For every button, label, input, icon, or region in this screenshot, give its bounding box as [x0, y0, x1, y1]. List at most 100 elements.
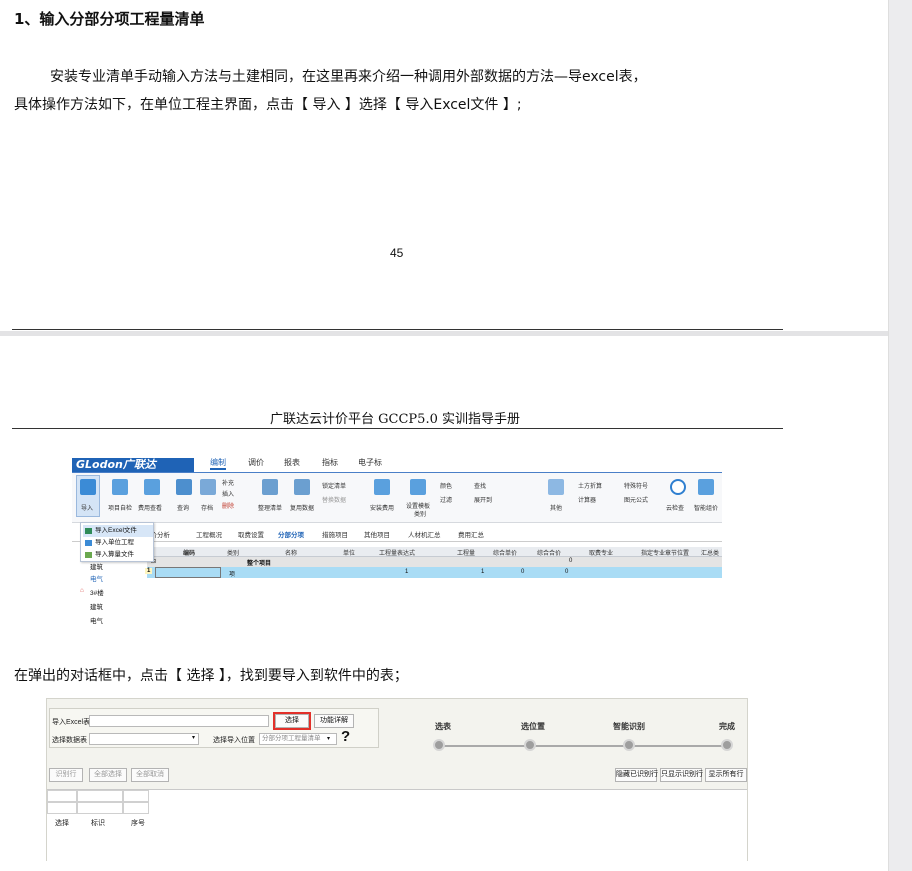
grid-header: 编码 类别 名称 单位 工程量表达式 工程量 综合单价 综合合价 取费专业 指定…	[147, 547, 722, 557]
menu-import-quantity-label: 导入算量文件	[95, 551, 134, 558]
section-heading: 1、输入分部分项工程量清单	[14, 10, 205, 28]
col-total-price: 综合合价	[537, 551, 562, 557]
quantity-file-icon	[85, 552, 92, 558]
other-icon[interactable]	[548, 479, 564, 495]
tab-fee-setting[interactable]: 取费设置	[238, 529, 264, 539]
col-flag: 标识	[91, 820, 105, 827]
code-cell-editor[interactable]	[155, 567, 221, 578]
hide-recognized-button[interactable]: 隐藏已识别行	[615, 768, 658, 782]
col-select: 选择	[55, 820, 69, 827]
tree-item-electric-selected[interactable]: 电气	[90, 573, 103, 583]
ribbon-earth-label[interactable]: 土方折算	[578, 481, 602, 490]
col-code: 编码	[183, 551, 196, 557]
col-name: 名称	[285, 551, 298, 557]
ribbon-calc-label[interactable]: 计算器	[578, 495, 596, 504]
recognize-row-button[interactable]: 识别行	[49, 768, 83, 782]
ribbon-expand-label[interactable]: 展开到	[474, 495, 492, 504]
tree-item-building3[interactable]: 3#楼	[90, 587, 104, 597]
menu-import-unit[interactable]: 导入单位工程	[83, 537, 153, 549]
table-row-total[interactable]: ⊟ 整个项目 0	[147, 557, 722, 567]
ribbon-category-label: 类别	[414, 512, 427, 518]
smart-price-icon[interactable]	[698, 479, 714, 495]
col-seq: 序号	[131, 820, 145, 827]
menu-index[interactable]: 指标	[322, 457, 338, 468]
tree-item-building[interactable]: 建筑	[90, 561, 103, 571]
template-icon[interactable]	[410, 479, 426, 495]
menu-bar: GLodon广联达 编制 调价 报表 指标 电子标	[72, 453, 722, 472]
ribbon-replace-label[interactable]: 替换数据	[322, 495, 346, 504]
help-question-icon[interactable]: ?	[341, 728, 350, 745]
col-unit-price: 综合单价	[493, 551, 518, 557]
show-recognized-button[interactable]: 只显示识别行	[660, 768, 703, 782]
import-position-select[interactable]: 分部分项工程量清单	[259, 733, 337, 745]
row-sum: 0	[565, 569, 569, 575]
import-position-label: 选择导入位置	[213, 737, 255, 744]
install-fee-icon[interactable]	[374, 479, 390, 495]
view-icon[interactable]	[144, 479, 160, 495]
sheet-select[interactable]: ▾	[89, 733, 199, 745]
col-fee-specialty: 取费专业	[589, 551, 614, 557]
deselect-all-button[interactable]: 全部取消	[131, 768, 169, 782]
table-row[interactable]: 1 项 1 1 0 0	[145, 567, 722, 578]
col-summary: 汇总类	[701, 551, 720, 557]
tree-item-building-child[interactable]: 建筑	[90, 601, 103, 611]
import-data-grid: 选择 标识 序号	[47, 789, 747, 862]
tab-cost-summary[interactable]: 费用汇总	[458, 529, 484, 539]
stepper-line	[439, 745, 729, 747]
menu-ebid[interactable]: 电子标	[358, 457, 382, 468]
row-price: 0	[521, 569, 525, 575]
row-total-name: 整个项目	[247, 561, 272, 567]
grid-header-cell	[77, 802, 123, 814]
check-icon[interactable]	[112, 479, 128, 495]
ribbon-insert-label[interactable]: 插入	[222, 489, 234, 498]
show-all-button[interactable]: 显示所有行	[705, 768, 747, 782]
help-button[interactable]: 功能详解	[314, 714, 354, 728]
ribbon-organize-label: 整理清单	[258, 506, 283, 512]
menu-import-quantity[interactable]: 导入算量文件	[83, 549, 153, 561]
tab-measures[interactable]: 措施项目	[322, 529, 348, 539]
tab-sub-items[interactable]: 分部分项	[278, 529, 304, 539]
project-tree: 建筑 电气 ⌂ 3#楼 建筑 电气	[80, 563, 142, 633]
grid-header-cell	[47, 802, 77, 814]
tab-labor-summary[interactable]: 人材机汇总	[408, 529, 441, 539]
col-chapter: 指定专业章节位置	[641, 551, 690, 557]
ribbon-cloud-check-label: 云检查	[666, 506, 685, 512]
menu-adjust[interactable]: 调价	[248, 457, 264, 468]
ribbon-color-label[interactable]: 颜色	[440, 481, 452, 490]
query-icon[interactable]	[176, 479, 192, 495]
select-all-button[interactable]: 全部选择	[89, 768, 127, 782]
step-select-sheet: 选表	[435, 722, 451, 731]
viewer-scroll-gutter[interactable]	[888, 0, 912, 871]
tab-other-items[interactable]: 其他项目	[364, 529, 390, 539]
menu-report[interactable]: 报表	[284, 457, 300, 468]
cloud-check-icon[interactable]	[670, 479, 686, 495]
step-finish: 完成	[719, 722, 735, 731]
ribbon-add-label[interactable]: 补充	[222, 478, 234, 487]
ribbon-save-label: 存档	[201, 506, 214, 512]
ribbon-find-label[interactable]: 查找	[474, 481, 486, 490]
organize-icon[interactable]	[262, 479, 278, 495]
ribbon-filter-label[interactable]: 过滤	[440, 495, 452, 504]
step-dot-4	[721, 739, 733, 751]
menu-import-excel[interactable]: 导入Excel文件	[83, 525, 153, 537]
tab-overview[interactable]: 工程概况	[196, 529, 222, 539]
menu-edit[interactable]: 编制	[210, 457, 226, 470]
ribbon-import-label: 导入	[81, 506, 94, 512]
row-number: 1	[145, 568, 153, 574]
chevron-down-icon: ▾	[191, 735, 195, 741]
reuse-icon[interactable]	[294, 479, 310, 495]
save-icon[interactable]	[200, 479, 216, 495]
ribbon-formula-label[interactable]: 图元公式	[624, 495, 648, 504]
ribbon-delete-label[interactable]: 删除	[222, 501, 234, 510]
tree-item-electric-child[interactable]: 电气	[90, 615, 103, 625]
ribbon-smart-price-label: 智能组价	[694, 506, 719, 512]
ribbon-symbol-label[interactable]: 特殊符号	[624, 481, 648, 490]
excel-path-input[interactable]	[89, 715, 269, 727]
step-dot-3	[623, 739, 635, 751]
grid-header-cell	[77, 790, 123, 802]
col-type: 类别	[227, 551, 240, 557]
page-bottom-rule	[12, 329, 783, 330]
step-select-position: 选位置	[521, 722, 545, 731]
ribbon-toolbar: 导入 项目自检 费用查看 查询 存档 补充 插入 删除 整理清单 复用数据 锁定…	[72, 472, 722, 523]
ribbon-lock-label[interactable]: 锁定清单	[322, 481, 346, 490]
